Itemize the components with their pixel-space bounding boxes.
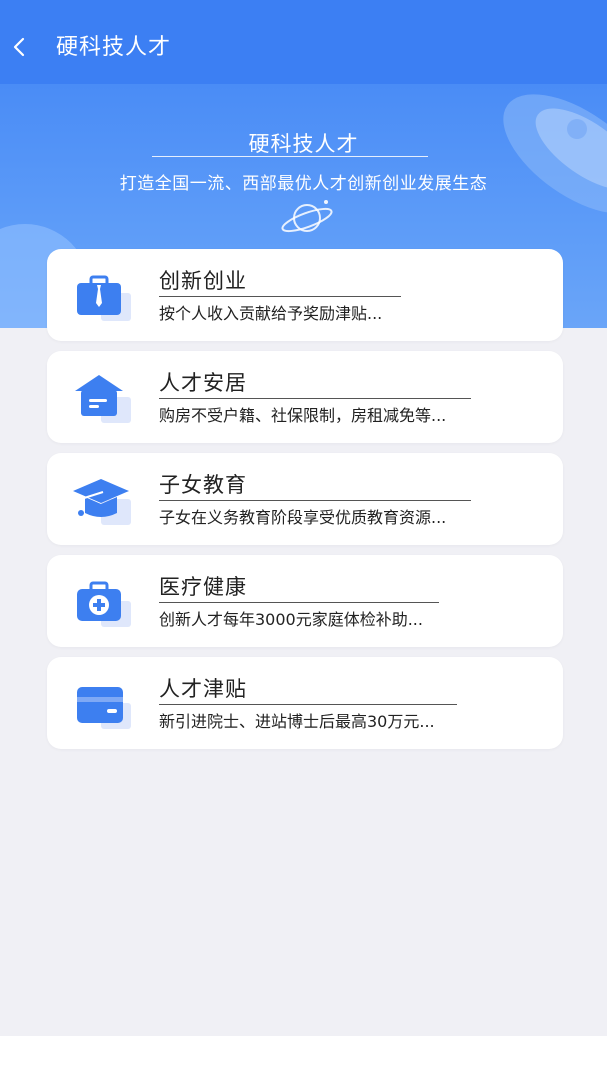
card-title: 人才津贴 [159, 677, 247, 701]
card-divider [159, 398, 471, 399]
card-divider [159, 602, 439, 603]
card-children-education[interactable]: 子女教育 子女在义务教育阶段享受优质教育资源... [47, 453, 563, 545]
card-divider [159, 296, 401, 297]
briefcase-tie-icon [77, 275, 131, 321]
bottom-area [0, 1036, 607, 1080]
card-description: 按个人收入贡献给予奖励津贴... [159, 304, 383, 323]
card-description: 子女在义务教育阶段享受优质教育资源... [159, 508, 447, 527]
card-innovation-entrepreneurship[interactable]: 创新创业 按个人收入贡献给予奖励津贴... [47, 249, 563, 341]
card-divider [159, 500, 471, 501]
card-description: 购房不受户籍、社保限制，房租减免等... [159, 406, 447, 425]
chevron-left-icon [13, 37, 25, 57]
banner-subtitle: 打造全国一流、西部最优人才创新创业发展生态 [119, 174, 488, 194]
card-talent-housing[interactable]: 人才安居 购房不受户籍、社保限制，房租减免等... [47, 351, 563, 443]
planet-icon [281, 200, 333, 233]
card-title: 子女教育 [159, 473, 247, 497]
medical-kit-icon [77, 581, 131, 627]
back-button[interactable] [6, 30, 32, 64]
card-description: 创新人才每年3000元家庭体检补助... [159, 610, 423, 629]
card-title: 创新创业 [159, 269, 247, 293]
card-medical-health[interactable]: 医疗健康 创新人才每年3000元家庭体检补助... [47, 555, 563, 647]
card-icon [77, 687, 131, 729]
card-description: 新引进院士、进站博士后最高30万元... [159, 712, 435, 731]
card-talent-allowance[interactable]: 人才津贴 新引进院士、进站博士后最高30万元... [47, 657, 563, 749]
graduation-cap-icon [73, 479, 131, 525]
card-title: 医疗健康 [159, 575, 247, 599]
app-header: 硬科技人才 [0, 0, 607, 84]
house-icon [75, 375, 131, 423]
card-divider [159, 704, 457, 705]
banner-divider [152, 156, 428, 157]
page-title: 硬科技人才 [56, 35, 172, 60]
card-title: 人才安居 [159, 371, 247, 395]
banner-title: 硬科技人才 [248, 132, 359, 156]
